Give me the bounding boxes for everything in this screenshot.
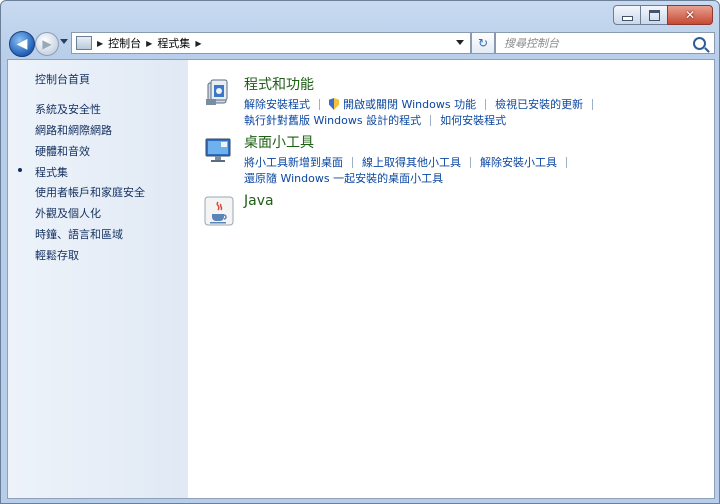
sidebar-item-home[interactable]: 控制台首頁 (35, 71, 90, 87)
link-separator (319, 98, 320, 110)
link-separator (566, 156, 567, 168)
close-button[interactable]: ✕ (667, 5, 713, 25)
refresh-button[interactable]: ↻ (471, 32, 495, 54)
current-page-bullet-icon (18, 168, 22, 172)
minimize-button[interactable] (613, 5, 641, 25)
view-installed-updates-link[interactable]: 檢視已安裝的更新 (495, 96, 583, 112)
forward-button[interactable]: ▶ (35, 32, 59, 56)
link-row: 還原隨 Windows 一起安裝的桌面小工具 (244, 170, 443, 186)
minimize-icon (621, 15, 633, 21)
breadcrumb-programs[interactable]: 程式集 (157, 35, 190, 51)
sidebar-item-ease-of-access[interactable]: 輕鬆存取 (35, 247, 79, 263)
uac-shield-icon (329, 98, 339, 110)
sidebar-item-programs-row: 程式集 (8, 164, 188, 180)
section-title-java[interactable]: Java (244, 193, 274, 209)
content-area: 控制台首頁 系統及安全性 網路和網際網路 硬體和音效 程式集 使用者帳戶和家庭安… (7, 59, 715, 499)
sidebar-item-system-security[interactable]: 系統及安全性 (35, 101, 101, 117)
uninstall-program-link[interactable]: 解除安裝程式 (244, 96, 310, 112)
java-icon[interactable] (204, 196, 234, 226)
sidebar: 控制台首頁 系統及安全性 網路和網際網路 硬體和音效 程式集 使用者帳戶和家庭安… (8, 60, 188, 498)
control-panel-icon (76, 36, 92, 50)
address-bar[interactable]: ▶ 控制台 ▶ 程式集 ▶ (71, 32, 471, 54)
sidebar-item-programs[interactable]: 程式集 (35, 164, 68, 180)
get-more-gadgets-link[interactable]: 線上取得其他小工具 (362, 154, 461, 170)
link-separator (430, 114, 432, 126)
breadcrumb-control-panel[interactable]: 控制台 (108, 35, 141, 51)
link-separator (352, 156, 353, 168)
sidebar-item-user-accounts[interactable]: 使用者帳戶和家庭安全 (35, 184, 145, 200)
add-gadgets-link[interactable]: 將小工具新增到桌面 (244, 154, 343, 170)
link-separator (592, 98, 594, 110)
windows-features-link[interactable]: 開啟或關閉 Windows 功能 (343, 96, 476, 112)
breadcrumb-separator-icon[interactable]: ▶ (195, 39, 201, 48)
link-separator (470, 156, 471, 168)
sidebar-item-network[interactable]: 網路和網際網路 (35, 122, 112, 138)
recent-pages-dropdown[interactable] (60, 39, 68, 44)
section-title-desktop-gadgets[interactable]: 桌面小工具 (244, 132, 314, 152)
link-row: 將小工具新增到桌面 線上取得其他小工具 解除安裝小工具 (244, 154, 576, 170)
back-arrow-icon: ◀ (16, 36, 28, 52)
breadcrumb-separator-icon[interactable]: ▶ (97, 39, 103, 48)
desktop-gadgets-icon[interactable] (204, 135, 234, 165)
search-icon[interactable] (693, 36, 706, 50)
refresh-icon: ↻ (477, 36, 489, 50)
back-button[interactable]: ◀ (9, 31, 35, 57)
sidebar-item-clock-region[interactable]: 時鐘、語言和區域 (35, 226, 123, 242)
link-row: 執行針對舊版 Windows 設計的程式 如何安裝程式 (244, 112, 506, 128)
forward-arrow-icon: ▶ (42, 37, 52, 51)
sidebar-item-hardware-sound[interactable]: 硬體和音效 (35, 143, 90, 159)
restore-gadgets-link[interactable]: 還原隨 Windows 一起安裝的桌面小工具 (244, 170, 443, 186)
maximize-icon (648, 9, 660, 21)
maximize-button[interactable] (640, 5, 668, 25)
close-icon: ✕ (684, 8, 696, 22)
programs-features-icon[interactable] (204, 77, 234, 107)
search-box[interactable]: 搜尋控制台 (495, 32, 715, 54)
explorer-window: ✕ ◀ ▶ ▶ 控制台 ▶ 程式集 ▶ ↻ 搜尋控制台 控制台首頁 系統及安全性… (0, 0, 720, 504)
breadcrumb-separator-icon[interactable]: ▶ (146, 39, 152, 48)
link-separator (485, 98, 487, 110)
section-title-programs-features[interactable]: 程式和功能 (244, 74, 314, 94)
how-to-install-link[interactable]: 如何安裝程式 (440, 112, 506, 128)
compatibility-link[interactable]: 執行針對舊版 Windows 設計的程式 (244, 112, 421, 128)
caption-buttons: ✕ (613, 5, 713, 25)
search-input[interactable]: 搜尋控制台 (504, 35, 693, 51)
link-row: 解除安裝程式 開啟或關閉 Windows 功能 檢視已安裝的更新 (244, 96, 602, 112)
sidebar-item-appearance[interactable]: 外觀及個人化 (35, 205, 101, 221)
uninstall-gadget-link[interactable]: 解除安裝小工具 (480, 154, 557, 170)
address-dropdown-icon[interactable] (456, 40, 464, 45)
navigation-bar: ◀ ▶ ▶ 控制台 ▶ 程式集 ▶ ↻ 搜尋控制台 (7, 31, 715, 57)
